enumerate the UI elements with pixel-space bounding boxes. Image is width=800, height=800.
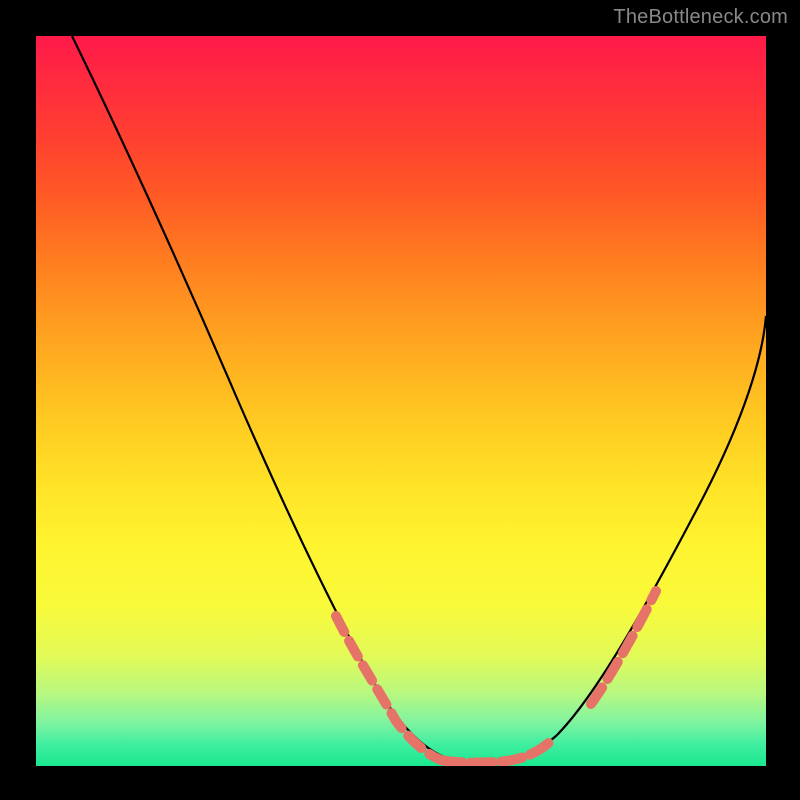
highlight-descending (336, 616, 441, 760)
highlight-bottom (441, 738, 554, 763)
bottleneck-curve-svg (36, 36, 766, 766)
highlight-ascending (591, 591, 656, 704)
bottleneck-curve-line (72, 36, 766, 762)
watermark-text: TheBottleneck.com (613, 6, 788, 29)
chart-container: TheBottleneck.com (0, 0, 800, 800)
plot-area (35, 35, 767, 767)
